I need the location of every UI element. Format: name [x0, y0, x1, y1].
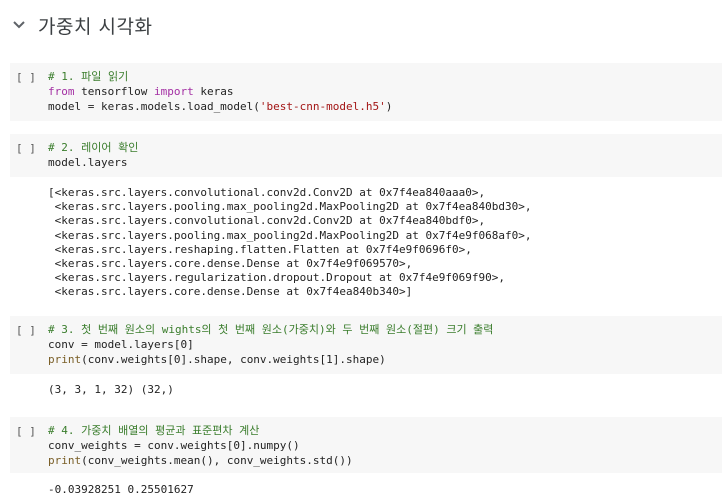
code-line: print(conv.weights[0].shape, conv.weight… [48, 353, 386, 366]
code-cell-input[interactable]: [ ] # 2. 레이어 확인 model.layers [10, 134, 722, 177]
code-line: from tensorflow import keras [48, 85, 234, 98]
code-cell-input[interactable]: [ ] # 3. 첫 번째 원소의 wights의 첫 번째 원소(가중치)와 … [10, 316, 722, 374]
output-line: <keras.src.layers.pooling.max_pooling2d.… [48, 200, 532, 214]
code-line: print(conv_weights.mean(), conv_weights.… [48, 454, 353, 467]
code-cell-input[interactable]: [ ] # 1. 파일 읽기 from tensorflow import ker… [10, 63, 722, 121]
code-cell-input[interactable]: [ ] # 4. 가중치 배열의 평균과 표준편차 계산 conv_weights… [10, 417, 722, 473]
code-editor[interactable]: # 3. 첫 번째 원소의 wights의 첫 번째 원소(가중치)와 두 번째… [48, 322, 493, 367]
run-cell-button[interactable]: [ ] [16, 71, 42, 85]
code-line: # 3. 첫 번째 원소의 wights의 첫 번째 원소(가중치)와 두 번째… [48, 323, 494, 336]
code-cell: [ ] # 3. 첫 번째 원소의 wights의 첫 번째 원소(가중치)와 … [10, 316, 722, 396]
chevron-down-icon[interactable] [10, 16, 28, 34]
code-cell: [ ] # 4. 가중치 배열의 평균과 표준편차 계산 conv_weights… [10, 417, 722, 496]
code-line: model.layers [48, 156, 128, 169]
run-cell-button[interactable]: [ ] [16, 142, 42, 156]
code-line: conv_weights = conv.weights[0].numpy() [48, 439, 300, 452]
output-line: [<keras.src.layers.convolutional.conv2d.… [48, 186, 486, 199]
code-line: # 2. 레이어 확인 [48, 141, 139, 154]
section-header[interactable]: 가중치 시각화 [10, 8, 152, 42]
output-line: (3, 3, 1, 32) (32,) [48, 383, 174, 396]
code-editor[interactable]: # 1. 파일 읽기 from tensorflow import keras mo… [48, 69, 392, 114]
output-line: <keras.src.layers.regularization.dropout… [48, 271, 505, 285]
code-line: conv = model.layers[0] [48, 338, 194, 351]
code-line: model = keras.models.load_model('best-cn… [48, 100, 393, 113]
cell-output: -0.03928251 0.25501627 [48, 483, 194, 498]
code-line: # 4. 가중치 배열의 평균과 표준편차 계산 [48, 424, 260, 437]
code-editor[interactable]: # 4. 가중치 배열의 평균과 표준편차 계산 conv_weights = c… [48, 423, 353, 468]
code-cell: [ ] # 1. 파일 읽기 from tensorflow import ker… [10, 63, 722, 121]
code-line: # 1. 파일 읽기 [48, 70, 129, 83]
output-line: <keras.src.layers.pooling.max_pooling2d.… [48, 228, 532, 242]
cell-output: (3, 3, 1, 32) (32,) [48, 383, 174, 398]
code-cell: [ ] # 2. 레이어 확인 model.layers [<keras.src.… [10, 134, 722, 298]
output-line: -0.03928251 0.25501627 [48, 483, 194, 496]
cell-output: [<keras.src.layers.convolutional.conv2d.… [48, 186, 531, 300]
code-editor[interactable]: # 2. 레이어 확인 model.layers [48, 140, 138, 170]
output-line: <keras.src.layers.core.dense.Dense at 0x… [48, 256, 413, 270]
section-title: 가중치 시각화 [38, 15, 153, 38]
output-line: <keras.src.layers.reshaping.flatten.Flat… [48, 242, 472, 256]
output-line: <keras.src.layers.convolutional.conv2d.C… [48, 214, 486, 228]
run-cell-button[interactable]: [ ] [16, 324, 42, 338]
run-cell-button[interactable]: [ ] [16, 425, 42, 439]
output-line: <keras.src.layers.core.dense.Dense at 0x… [48, 285, 413, 299]
